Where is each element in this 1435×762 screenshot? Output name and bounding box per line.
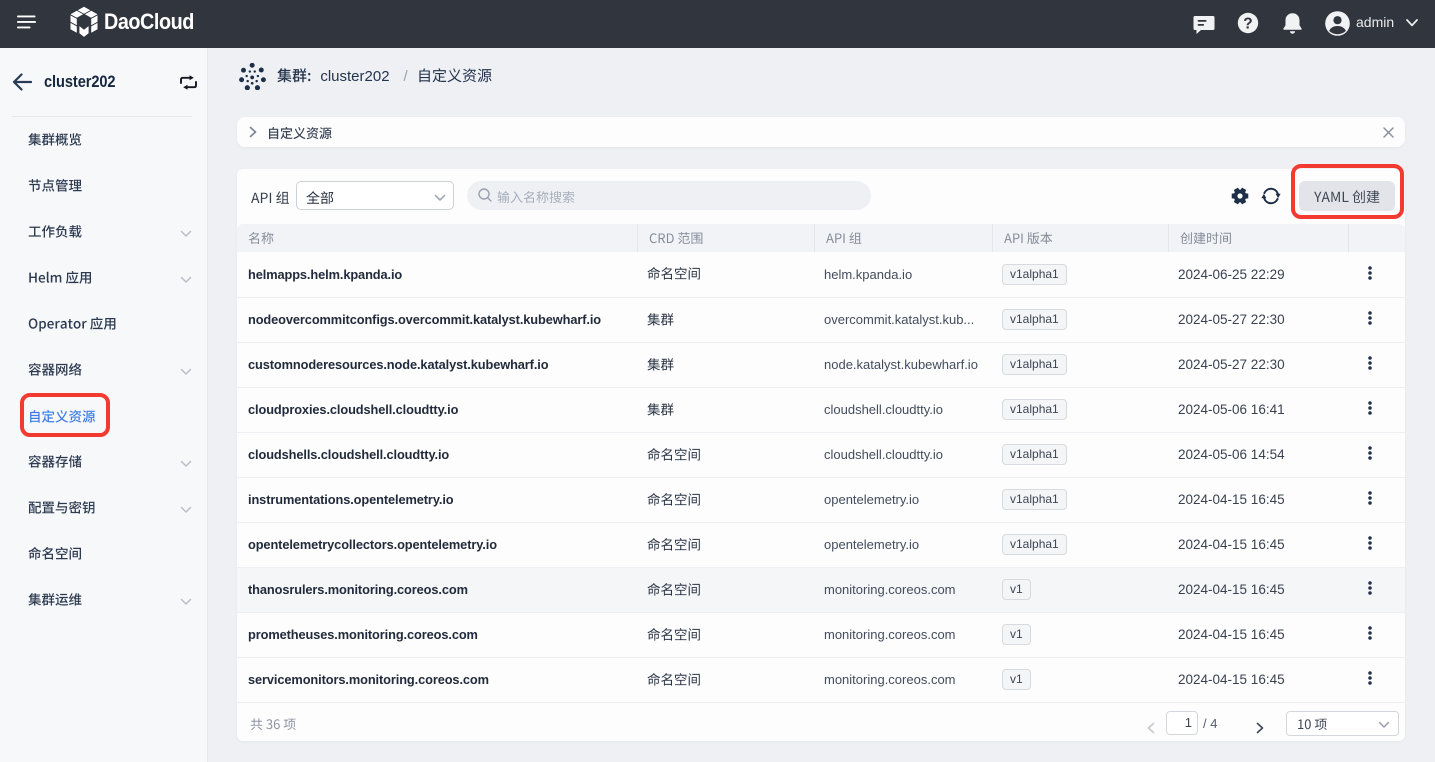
svg-text:?: ?: [1243, 15, 1252, 32]
